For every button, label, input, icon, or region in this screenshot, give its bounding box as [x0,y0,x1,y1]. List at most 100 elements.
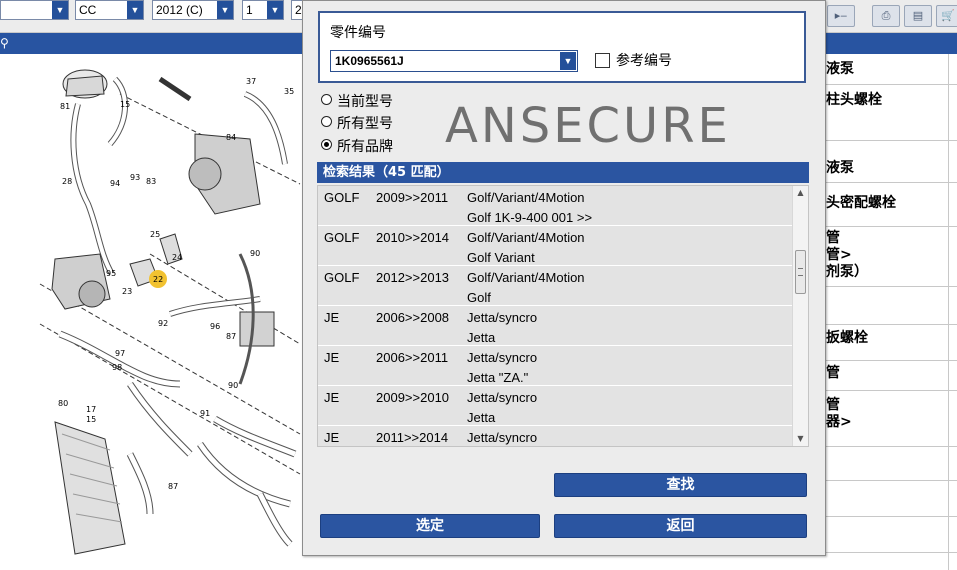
cell-years: 2010>>2014 [376,230,450,245]
cell-desc: Jetta "ZA." [467,370,529,385]
next-icon[interactable]: ▸‒ [827,5,855,27]
callout-81: 81 [60,102,70,111]
radio-label: 当前型号 [337,94,393,110]
callout-17: 17 [86,405,96,414]
scrollbar-thumb[interactable] [795,250,806,294]
list-row[interactable]: 管 管> 剂泵） [826,227,957,287]
list-row[interactable]: 头密配螺栓 [826,183,957,227]
page-combo[interactable]: 1 ▼ [242,0,284,20]
list-row-label: 扳螺栓 [826,330,868,346]
list-row[interactable]: 管 [826,361,957,391]
cell-model: Jetta/syncro [467,390,538,405]
search-button[interactable]: 查找 [554,473,807,497]
list-row-label: 头密配螺栓 [826,195,896,211]
cart-icon[interactable]: 🛒 [936,5,957,27]
vehicle-combo-1[interactable]: ▼ [0,0,69,20]
list-row[interactable]: 液泵 [826,141,957,183]
scroll-down-icon[interactable]: ▼ [793,432,808,446]
cell-desc: Jetta [467,410,496,425]
cell-desc: Jetta [467,330,496,345]
callout-22: 22 [153,275,163,284]
chevron-down-icon: ▼ [217,1,233,19]
chevron-down-icon: ▼ [127,1,143,19]
print-icon[interactable]: ⎙ [872,5,900,27]
cell-make: JE [324,350,340,365]
table-row[interactable]: GOLF 2012>>2013 Golf/Variant/4Motion Gol… [318,266,793,306]
callout-28: 28 [62,177,72,186]
cell-desc: Golf 1K-9-400 001 >> [467,210,593,225]
callout-90b: 90 [228,381,238,390]
list-header-bar [826,33,957,54]
chevron-down-icon: ▼ [52,1,68,19]
cell-model: Jetta/syncro [467,430,538,445]
app-window: ▼ CC ▼ 2012 (C) ▼ 1 ▼ 2 ▸‒ ⎙ ▤ 🛒 ⚲ 81 37… [0,0,957,570]
part-number-group: 零件编号 1K0965561J ▼ 参考编号 [318,11,806,83]
back-button[interactable]: 返回 [554,514,807,538]
callout-95: 95 [106,269,116,278]
watermark: ANSECURE [445,98,731,154]
cell-model: Jetta/syncro [467,350,538,365]
callout-90: 90 [250,249,260,258]
callout-24: 24 [172,253,182,262]
table-row[interactable]: JE 2009>>2010 Jetta/syncro Jetta [318,386,793,426]
cell-model: Golf/Variant/4Motion [467,270,585,285]
reference-checkbox[interactable] [595,53,610,68]
page-combo-value: 1 [246,3,253,17]
list-row[interactable] [826,481,957,517]
table-row[interactable]: JE 2011>>2014 Jetta/syncro [318,426,793,446]
cell-years: 2011>>2014 [376,430,449,445]
year-combo-value: 2012 (C) [156,3,203,17]
list-row[interactable]: 扳螺栓 [826,325,957,361]
list-row[interactable]: 管 器> [826,391,957,447]
scroll-up-icon[interactable]: ▲ [793,186,808,200]
results-list[interactable]: GOLF 2009>>2011 Golf/Variant/4Motion Gol… [317,185,809,447]
cell-model: Golf/Variant/4Motion [467,190,585,205]
cell-years: 2006>>2011 [376,350,449,365]
callout-97: 97 [115,349,125,358]
table-row[interactable]: JE 2006>>2008 Jetta/syncro Jetta [318,306,793,346]
callout-23: 23 [122,287,132,296]
callout-96: 96 [210,322,220,331]
results-scrollbar[interactable]: ▲ ▼ [792,186,808,446]
cell-make: JE [324,430,340,445]
search-icon[interactable]: ⚲ [0,33,12,54]
callout-84: 84 [226,133,236,142]
list-row-label: 器> [826,414,852,430]
cell-make: GOLF [324,270,360,285]
cell-make: GOLF [324,190,360,205]
select-button[interactable]: 选定 [320,514,540,538]
document-icon[interactable]: ▤ [904,5,932,27]
part-number-combo[interactable]: 1K0965561J ▼ [330,50,578,72]
diagram-header-bar [0,33,302,54]
cell-desc: Golf Variant [467,250,535,265]
table-row[interactable]: GOLF 2009>>2011 Golf/Variant/4Motion Gol… [318,186,793,226]
year-combo[interactable]: 2012 (C) ▼ [152,0,234,20]
table-row[interactable]: JE 2006>>2011 Jetta/syncro Jetta "ZA." [318,346,793,386]
engine-combo[interactable]: CC ▼ [75,0,144,20]
cell-years: 2009>>2011 [376,190,449,205]
list-row[interactable] [826,287,957,325]
list-row[interactable] [826,517,957,553]
group-label: 零件编号 [330,25,386,41]
radio-button[interactable] [321,94,332,105]
callout-15b: 15 [86,415,96,424]
engine-combo-value: CC [79,3,97,17]
part-search-dialog: 零件编号 1K0965561J ▼ 参考编号 当前型号 所有型号 所有品牌 AN… [302,0,826,556]
cell-years: 2009>>2010 [376,390,450,405]
chevron-down-icon[interactable]: ▼ [560,52,576,70]
reference-checkbox-label: 参考编号 [616,53,672,69]
list-row-label: 剂泵） [826,264,868,280]
callout-98: 98 [112,363,122,372]
list-row[interactable]: 液泵 [826,54,957,85]
list-row[interactable]: 柱头螺栓 [826,85,957,141]
cell-model: Jetta/syncro [467,310,538,325]
parts-diagram[interactable]: 81 37 15 35 84 28 94 93 83 90 25 24 95 2… [0,54,302,570]
radio-button[interactable] [321,116,332,127]
cell-desc: Golf [467,290,491,305]
callout-35: 35 [284,87,294,96]
list-row-label: 管 [826,365,840,381]
table-row[interactable]: GOLF 2010>>2014 Golf/Variant/4Motion Gol… [318,226,793,266]
radio-button-selected[interactable] [321,139,332,150]
callout-92: 92 [158,319,168,328]
list-row[interactable] [826,447,957,481]
